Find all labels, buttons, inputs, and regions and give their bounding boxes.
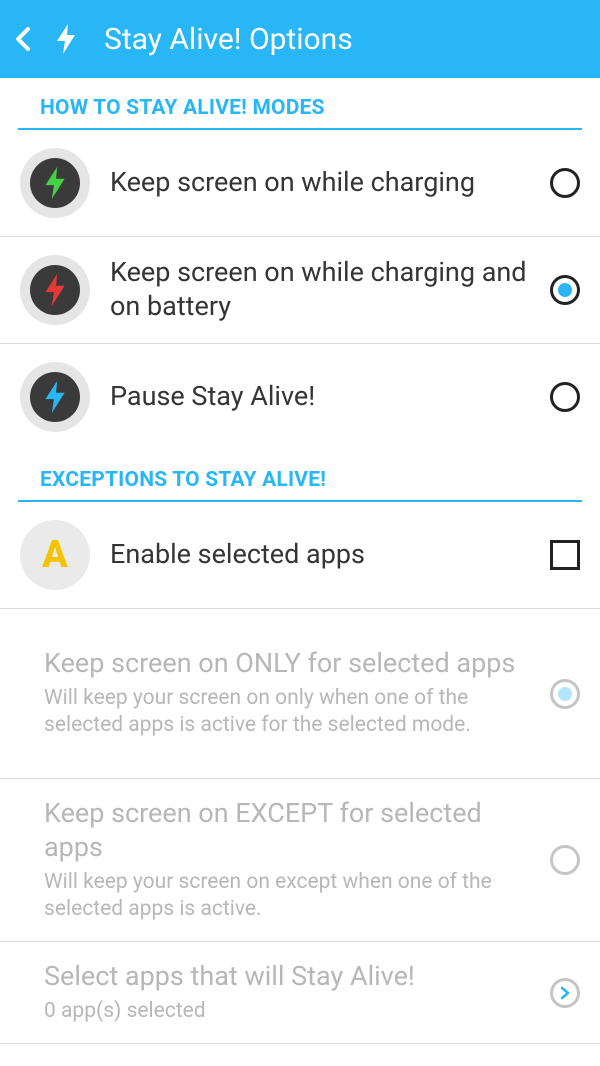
row-text: Keep screen on EXCEPT for selected apps … — [44, 797, 536, 923]
except-selected-apps[interactable]: Keep screen on EXCEPT for selected apps … — [0, 779, 600, 942]
except-selected-apps-radio[interactable] — [550, 845, 580, 875]
mode-icon-wrapper — [20, 255, 90, 325]
bolt-red-icon — [30, 265, 80, 315]
bolt-green-icon — [30, 158, 80, 208]
select-apps[interactable]: Select apps that will Stay Alive! 0 app(… — [0, 942, 600, 1044]
row-text: Select apps that will Stay Alive! 0 app(… — [44, 960, 536, 1025]
letter-a-icon: A — [42, 533, 68, 577]
bolt-blue-icon — [30, 372, 80, 422]
content: HOW TO STAY ALIVE! MODES Keep screen on … — [0, 78, 600, 1044]
back-button[interactable] — [12, 27, 36, 51]
row-text: Keep screen on while charging — [110, 166, 536, 200]
select-apps-title: Select apps that will Stay Alive! — [44, 960, 536, 994]
mode-pause-title: Pause Stay Alive! — [110, 380, 536, 414]
app-bolt-icon — [56, 25, 76, 53]
only-selected-apps-radio[interactable] — [550, 679, 580, 709]
only-selected-apps-subtitle: Will keep your screen on only when one o… — [44, 685, 536, 740]
except-selected-apps-title: Keep screen on EXCEPT for selected apps — [44, 797, 536, 865]
mode-charging-title: Keep screen on while charging — [110, 166, 536, 200]
enable-icon-wrapper: A — [20, 520, 90, 590]
back-chevron-icon — [14, 25, 34, 53]
mode-charging[interactable]: Keep screen on while charging — [0, 130, 600, 237]
app-header: Stay Alive! Options — [0, 0, 600, 78]
except-selected-apps-subtitle: Will keep your screen on except when one… — [44, 869, 536, 924]
enable-selected-apps[interactable]: A Enable selected apps — [0, 502, 600, 609]
section-header-modes: HOW TO STAY ALIVE! MODES — [18, 78, 582, 130]
mode-charging-battery[interactable]: Keep screen on while charging and on bat… — [0, 237, 600, 344]
row-text: Keep screen on while charging and on bat… — [110, 256, 536, 324]
select-apps-subtitle: 0 app(s) selected — [44, 998, 536, 1025]
only-selected-apps[interactable]: Keep screen on ONLY for selected apps Wi… — [0, 609, 600, 779]
mode-pause-radio[interactable] — [550, 382, 580, 412]
section-header-exceptions: EXCEPTIONS TO STAY ALIVE! — [18, 450, 582, 502]
mode-charging-battery-radio[interactable] — [550, 275, 580, 305]
page-title: Stay Alive! Options — [104, 22, 353, 57]
enable-selected-apps-checkbox[interactable] — [550, 540, 580, 570]
mode-charging-battery-title: Keep screen on while charging and on bat… — [110, 256, 536, 324]
row-text: Keep screen on ONLY for selected apps Wi… — [44, 647, 536, 739]
mode-charging-radio[interactable] — [550, 168, 580, 198]
enable-selected-apps-title: Enable selected apps — [110, 538, 536, 572]
select-apps-chevron[interactable] — [550, 978, 580, 1008]
mode-icon-wrapper — [20, 148, 90, 218]
only-selected-apps-title: Keep screen on ONLY for selected apps — [44, 647, 536, 681]
mode-pause[interactable]: Pause Stay Alive! — [0, 344, 600, 450]
row-text: Pause Stay Alive! — [110, 380, 536, 414]
mode-icon-wrapper — [20, 362, 90, 432]
chevron-right-icon — [558, 986, 572, 1000]
row-text: Enable selected apps — [110, 538, 536, 572]
